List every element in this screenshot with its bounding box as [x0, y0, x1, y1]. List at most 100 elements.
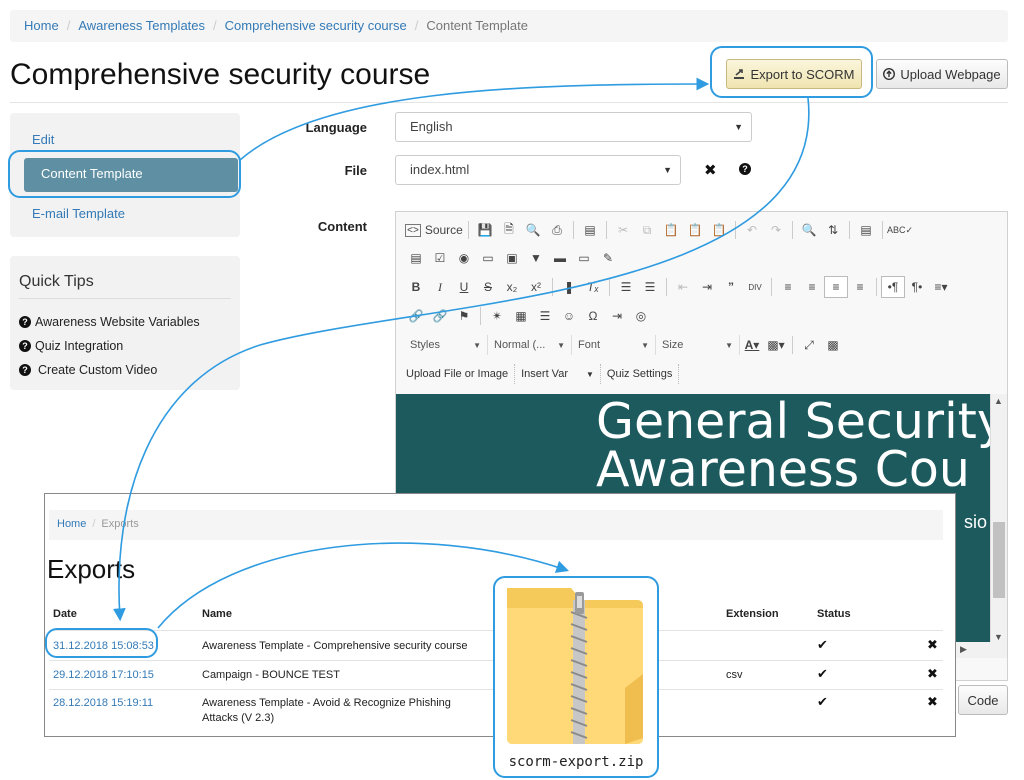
copy-format-icon[interactable]: ❚ [557, 276, 581, 298]
col-extension[interactable]: Extension [726, 608, 779, 620]
nav-item-edit[interactable]: Edit [10, 123, 240, 157]
scroll-right-icon[interactable]: ▶ [960, 644, 967, 654]
select-all-icon[interactable]: ▤ [854, 219, 878, 241]
superscript-icon[interactable]: x² [524, 276, 548, 298]
justify-icon[interactable]: ≡ [848, 276, 872, 298]
nav-item-email-template[interactable]: E-mail Template [10, 197, 240, 231]
format-combo[interactable]: Normal (... ▼ [488, 335, 572, 355]
breadcrumb-home[interactable]: Home [24, 18, 59, 33]
indent-icon[interactable]: ⇥ [695, 276, 719, 298]
table-icon[interactable]: ▦ [509, 305, 533, 327]
show-blocks-icon[interactable]: ▩ [821, 334, 845, 356]
exports-breadcrumb-home[interactable]: Home [57, 518, 86, 530]
copy-icon[interactable]: ⧉ [635, 219, 659, 241]
size-combo[interactable]: Size ▼ [656, 335, 740, 355]
div-icon[interactable]: DIV [743, 276, 767, 298]
undo-icon[interactable]: ↶ [740, 219, 764, 241]
delete-icon[interactable]: ✖ [927, 637, 938, 653]
templates-icon[interactable]: ▤ [578, 219, 602, 241]
font-combo[interactable]: Font ▼ [572, 335, 656, 355]
text-color-icon[interactable]: A▾ [740, 334, 764, 356]
file-help-icon[interactable]: ? [739, 163, 751, 175]
save-icon[interactable]: 💾 [473, 219, 497, 241]
bulleted-list-icon[interactable]: ☰ [638, 276, 662, 298]
print-icon[interactable]: ⎙ [545, 219, 569, 241]
form-icon[interactable]: ▤ [404, 247, 428, 269]
redo-icon[interactable]: ↷ [764, 219, 788, 241]
image-button-icon[interactable]: ▭ [572, 247, 596, 269]
col-status[interactable]: Status [817, 608, 851, 620]
export-date-link[interactable]: 31.12.2018 15:08:53 [53, 640, 154, 652]
export-date-link[interactable]: 29.12.2018 17:10:15 [53, 669, 154, 681]
nav-item-content-template[interactable]: Content Template [24, 158, 238, 192]
anchor-flag-icon[interactable]: ⚑ [452, 305, 476, 327]
special-char-icon[interactable]: Ω [581, 305, 605, 327]
hidden-field-icon[interactable]: ✎ [596, 247, 620, 269]
scroll-up-icon[interactable]: ▲ [994, 396, 1003, 406]
remove-format-icon[interactable]: Tₓ [581, 276, 605, 298]
maximize-icon[interactable]: ⤢ [797, 334, 821, 356]
horizontal-line-icon[interactable]: ☰ [533, 305, 557, 327]
upload-file-button[interactable]: Upload File or Image [400, 364, 516, 384]
spellcheck-icon[interactable]: ABC✓ [887, 219, 913, 241]
select-field-icon[interactable]: ▼ [524, 247, 548, 269]
quiz-settings-button[interactable]: Quiz Settings [601, 364, 680, 384]
breadcrumb-awareness-templates[interactable]: Awareness Templates [78, 18, 205, 33]
align-right-icon[interactable]: ≡ [824, 276, 848, 298]
col-name[interactable]: Name [202, 608, 232, 620]
source-button[interactable]: <> Source [404, 219, 464, 241]
delete-icon[interactable]: ✖ [927, 666, 938, 682]
editor-horizontal-scrollbar[interactable]: ▶ [956, 642, 1007, 658]
outdent-icon[interactable]: ⇤ [671, 276, 695, 298]
bg-color-icon[interactable]: ▩▾ [764, 334, 788, 356]
tip-quiz-integration[interactable]: ? Quiz Integration [19, 339, 123, 353]
find-icon[interactable]: 🔍 [797, 219, 821, 241]
align-center-icon[interactable]: ≡ [800, 276, 824, 298]
blockquote-icon[interactable]: ” [719, 276, 743, 298]
breadcrumb-course[interactable]: Comprehensive security course [225, 18, 407, 33]
textfield-icon[interactable]: ▭ [476, 247, 500, 269]
styles-combo[interactable]: Styles ▼ [404, 335, 488, 355]
iframe-globe-icon[interactable]: ◎ [629, 305, 653, 327]
export-to-scorm-button[interactable]: Export to SCORM [726, 59, 862, 89]
cut-icon[interactable]: ✂ [611, 219, 635, 241]
scroll-down-icon[interactable]: ▼ [994, 632, 1003, 642]
replace-icon[interactable]: ⇅ [821, 219, 845, 241]
strike-icon[interactable]: S [476, 276, 500, 298]
subscript-icon[interactable]: x₂ [500, 276, 524, 298]
language-select[interactable]: English ▼ [395, 112, 752, 142]
paste-icon[interactable]: 📋 [659, 219, 683, 241]
editor-vertical-scrollbar[interactable]: ▲ ▼ [990, 394, 1007, 644]
link-icon[interactable]: 🔗 [404, 305, 428, 327]
paste-word-icon[interactable]: 📋 [707, 219, 731, 241]
code-button[interactable]: Code [958, 685, 1008, 715]
numbered-list-icon[interactable]: ☰ [614, 276, 638, 298]
language-icon[interactable]: ≡▾ [929, 276, 953, 298]
smiley-icon[interactable]: ☺ [557, 305, 581, 327]
preview-icon[interactable]: 🔍 [521, 219, 545, 241]
align-left-icon[interactable]: ≡ [776, 276, 800, 298]
radio-icon[interactable]: ◉ [452, 247, 476, 269]
rtl-icon[interactable]: ¶• [905, 276, 929, 298]
tip-website-variables[interactable]: ? Awareness Website Variables [19, 315, 200, 329]
textarea-icon[interactable]: ▣ [500, 247, 524, 269]
export-date-link[interactable]: 28.12.2018 15:19:11 [53, 697, 153, 709]
flash-icon[interactable]: ✴ [485, 305, 509, 327]
scrollbar-thumb[interactable] [993, 522, 1005, 598]
italic-icon[interactable]: I [428, 276, 452, 298]
paste-text-icon[interactable]: 📋 [683, 219, 707, 241]
button-field-icon[interactable]: ▬ [548, 247, 572, 269]
checkbox-icon[interactable]: ☑ [428, 247, 452, 269]
tip-custom-video[interactable]: ? Create Custom Video [19, 363, 157, 377]
col-date[interactable]: Date [53, 608, 77, 620]
delete-file-icon[interactable]: ✖ [704, 161, 717, 179]
upload-webpage-button[interactable]: Upload Webpage [876, 59, 1008, 89]
underline-icon[interactable]: U [452, 276, 476, 298]
delete-icon[interactable]: ✖ [927, 694, 938, 710]
bold-icon[interactable]: B [404, 276, 428, 298]
ltr-icon[interactable]: •¶ [881, 276, 905, 298]
file-select[interactable]: index.html ▼ [395, 155, 681, 185]
page-break-icon[interactable]: ⇥ [605, 305, 629, 327]
unlink-icon[interactable]: 🔗 [428, 305, 452, 327]
new-page-icon[interactable]: 🗎 [497, 219, 521, 241]
